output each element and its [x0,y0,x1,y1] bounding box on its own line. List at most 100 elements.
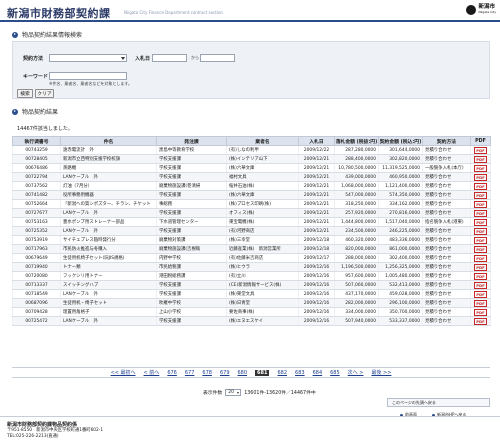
pager-page-link[interactable]: 683 [295,370,305,376]
bullet-icon [12,108,18,115]
contract-method: 見積り合わせ [422,145,471,155]
pdf-icon[interactable]: PDF [474,164,487,172]
award-amount: 10,780,500,0000 [334,163,379,173]
table-row: 00741482 役所事務用機器 学校支援課 (株)六華文庫 2009/12/21 547… [12,190,491,200]
pager-page-link[interactable]: 679 [220,370,230,376]
contract-amount: 1,256,325,0000 [378,262,423,272]
date-from-input[interactable] [152,54,187,62]
pdf-cell: PDF [470,163,491,173]
award-amount: 1,196,500,0000 [334,262,379,272]
pdf-cell: PDF [470,199,491,209]
pdf-icon[interactable]: PDF [474,200,487,208]
pdf-icon[interactable]: PDF [474,182,487,190]
column-header: 落札金額 (税抜:円) [334,136,379,146]
contract-method: 見積り合わせ [422,235,471,245]
pdf-icon[interactable]: PDF [474,308,487,316]
contract-number: 00713337 [12,280,61,290]
contract-amount: 11,319,525,0000 [378,163,423,173]
pager-page-link[interactable]: 682 [277,370,287,376]
pdf-cell: PDF [470,262,491,272]
ordering-section: 事総務 [156,199,227,209]
contract-number: 00741482 [12,190,61,200]
vendor-name: (有)河野商店 [226,226,299,236]
keyword-label: キーワード [23,74,49,80]
pdf-icon[interactable]: PDF [474,209,487,217]
contract-amount: 302,820,0000 [378,154,423,164]
vendor-name: (CE)新潟情報サービス(株) [226,280,299,290]
award-amount: 437,170,0000 [334,289,379,299]
bid-date: 2009/12/21 [298,226,335,236]
contract-method: 見積り合わせ [422,316,471,326]
pdf-icon[interactable]: PDF [474,272,487,280]
contract-amount: 1,121,400,0000 [378,181,423,191]
table-row: 00728405 新潟市立西特別支援学校校旗 学校支援課 (株)インテリア山下 2009… [12,154,491,164]
pager-page-link[interactable]: 680 [238,370,248,376]
contract-amount: 532,413,0000 [378,280,423,290]
table-row: 00687096 生徒用机・椅子セット 吹羅中学校 (株)日青堂 2009/12/16 2… [12,298,491,308]
pdf-icon[interactable]: PDF [474,317,487,325]
column-header: 発注課 [156,136,227,146]
pdf-icon[interactable]: PDF [474,299,487,307]
item-name: 蒸路機 [60,163,157,173]
bid-date: 2009/12/16 [298,289,335,299]
pager-next-link[interactable]: 次へ > [348,369,364,376]
item-name: 役所事務用機器 [60,190,157,200]
pager-prev-link[interactable]: < 前へ [144,369,160,376]
column-header: 契約金額 (税込:円) [378,136,423,146]
date-to-input[interactable] [200,54,235,62]
ordering-section: 廃棄物施設課(巻清掃 [156,181,227,191]
contract-amount: 350,700,0000 [378,307,423,317]
pdf-cell: PDF [470,172,491,182]
pager-page-link[interactable]: 678 [202,370,212,376]
contract-method: 見積り合わせ [422,199,471,209]
award-amount: 288,000,0000 [334,253,379,263]
bid-date: 2009/12/16 [298,307,335,317]
item-name: LANケーブル 外 [60,289,157,299]
award-amount: 318,250,0000 [334,199,379,209]
pdf-cell: PDF [470,226,491,236]
pdf-icon[interactable]: PDF [474,236,487,244]
vendor-name: (株)六華文庫 [226,163,299,173]
pdf-cell: PDF [470,298,491,308]
chevron-down-icon [237,392,240,394]
contract-method: 見積り合わせ [422,289,471,299]
date-label: 入札日 [135,56,151,62]
pdf-icon[interactable]: PDF [474,155,487,163]
search-button[interactable]: 検索 [17,89,33,98]
contract-number: 00728405 [12,154,61,164]
pdf-icon[interactable]: PDF [474,227,487,235]
clear-button[interactable]: クリア [35,89,54,98]
pager-page-link[interactable]: 677 [185,370,195,376]
pdf-icon[interactable]: PDF [474,218,487,226]
pdf-icon[interactable]: PDF [474,146,487,154]
contract-amount: 270,816,0000 [378,208,423,218]
contract-method: 見積り合わせ [422,226,471,236]
city-logo[interactable]: 新潟市 Niigata City [466,4,496,15]
pdf-cell: PDF [470,271,491,281]
pdf-icon[interactable]: PDF [474,254,487,262]
pager-pages: 676 677 678 679 680 681 682 683 684 685 [167,369,340,376]
pdf-icon[interactable]: PDF [474,245,487,253]
pager-page-link[interactable]: 676 [167,370,177,376]
pdf-icon[interactable]: PDF [474,191,487,199]
pager-last-link[interactable]: 最後 >> [371,369,391,376]
page-top-link[interactable]: このページの先頭へ戻る [387,398,490,407]
pager-page-link[interactable]: 684 [313,370,323,376]
pdf-cell: PDF [470,208,491,218]
bid-date: 2009/12/22 [298,145,335,155]
pdf-icon[interactable]: PDF [474,173,487,181]
pdf-icon[interactable]: PDF [474,290,487,298]
contract-amount: 1,005,480,0000 [378,271,423,281]
pdf-icon[interactable]: PDF [474,281,487,289]
per-page-select[interactable]: 20 [225,389,242,396]
item-name: 市民防火推進与冬購入 [60,244,157,254]
method-select[interactable] [49,54,127,62]
pdf-icon[interactable]: PDF [474,263,487,271]
award-amount: 282,000,0000 [334,298,379,308]
city-seal-icon [466,5,477,15]
pager-page-link[interactable]: 685 [330,370,340,376]
pager-first-link[interactable]: << 最初へ [111,369,136,376]
item-name: LANケーブル 外 [60,226,157,236]
keyword-input[interactable] [49,72,127,80]
bid-date: 2009/12/21 [298,163,335,173]
